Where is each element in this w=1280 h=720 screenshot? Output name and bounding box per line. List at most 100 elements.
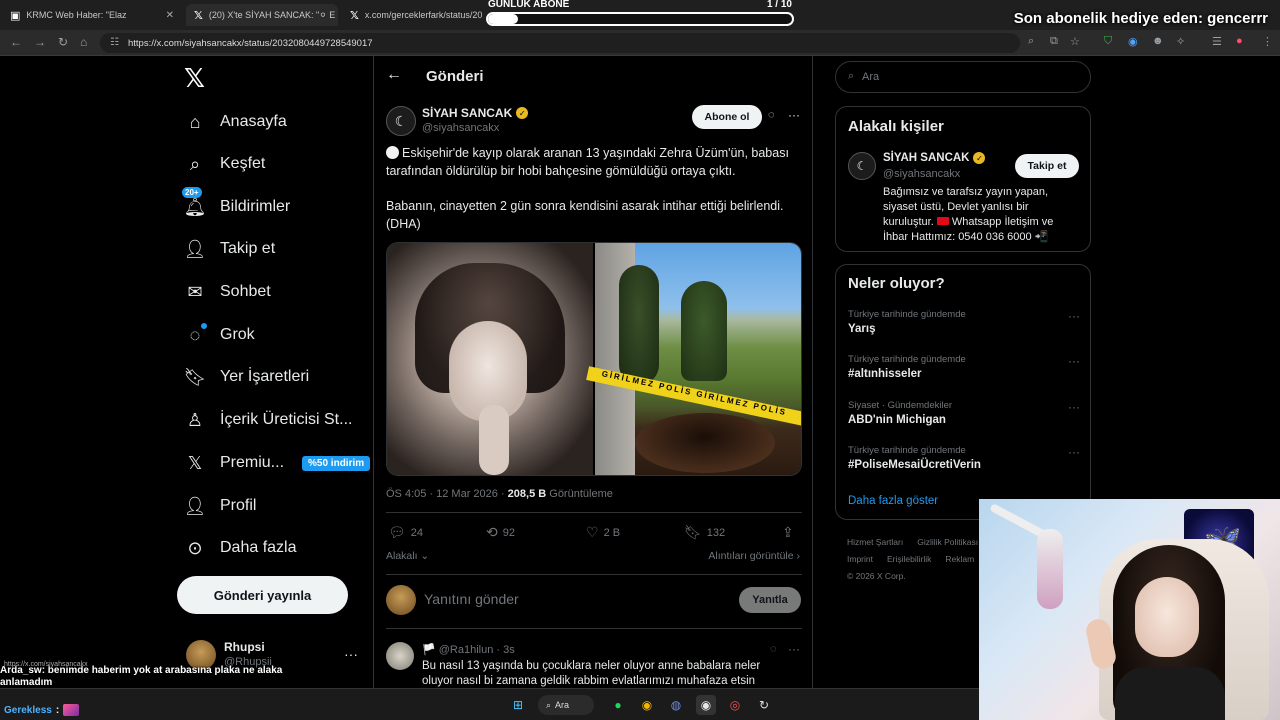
extension-icon[interactable]: ☻ <box>1152 35 1164 47</box>
compose-post-button[interactable]: Gönderi yayınla <box>177 576 348 614</box>
sub-goal-progress-fill <box>488 14 519 24</box>
nav-more[interactable]: ⊙ Daha fazla <box>184 532 296 564</box>
more-icon[interactable]: ··· <box>1068 400 1080 414</box>
tab-close-icon[interactable]: ✕ <box>166 10 174 21</box>
photo-girl[interactable] <box>387 243 593 475</box>
view-quotes-link[interactable]: Alıntıları görüntüle › <box>708 550 800 562</box>
grok-explain-icon[interactable]: ◌ <box>770 643 777 655</box>
forward-icon[interactable]: → <box>34 35 46 49</box>
nav-creator-studio[interactable]: ♙ İçerik Üreticisi St... <box>184 404 353 436</box>
trend-item[interactable]: Türkiye tarihinde gündemde #altınhissele… <box>848 354 1080 388</box>
microphone-icon <box>1037 529 1063 609</box>
nav-follow[interactable]: 👤︎ Takip et <box>183 233 276 265</box>
post-media[interactable]: GİRİLMEZ POLİS GİRİLMEZ POLİS <box>386 242 802 476</box>
reading-list-icon[interactable]: ☰ <box>1212 35 1222 48</box>
avatar-icon[interactable]: ● <box>1236 35 1243 47</box>
show-more-link[interactable]: Daha fazla göster <box>848 495 938 507</box>
home-browser-icon[interactable]: ⌂ <box>80 35 87 49</box>
author-avatar[interactable]: ☾ <box>386 106 416 136</box>
trend-item[interactable]: Türkiye tarihinde gündemde Yarış ··· <box>848 309 1080 343</box>
bookmark-action[interactable]: 🔖︎ 132 <box>684 524 725 541</box>
more-icon[interactable]: ··· <box>1068 445 1080 459</box>
share-action[interactable]: ⇪ <box>782 524 794 541</box>
reply-composer: Yanıtını gönder Yanıtla <box>386 584 802 616</box>
site-info-icon[interactable]: ☷ <box>110 37 119 48</box>
more-icon[interactable]: ··· <box>788 642 800 656</box>
sort-related-dropdown[interactable]: Alakalı ⌄ <box>386 550 429 562</box>
more-icon[interactable]: ··· <box>1068 354 1080 368</box>
subscribe-button[interactable]: Abone ol <box>692 105 762 129</box>
shield-extension-icon[interactable]: ⛉ <box>1104 35 1112 48</box>
avatar[interactable] <box>386 642 414 670</box>
more-icon[interactable]: ··· <box>788 108 800 122</box>
footer-link[interactable]: Imprint <box>847 554 873 564</box>
nav-explore[interactable]: ⌕ Keşfet <box>184 148 265 180</box>
reply-input[interactable]: Yanıtını gönder <box>424 591 519 607</box>
nav-premium[interactable]: 𝕏 Premiu... %50 indirim <box>184 447 371 479</box>
discord-icon[interactable]: ◍ <box>666 695 686 715</box>
menu-icon[interactable]: ⋮ <box>1262 35 1273 48</box>
tab-title: x.com/gerceklerfark/status/203 <box>364 10 482 20</box>
back-arrow-icon[interactable]: ← <box>386 66 402 84</box>
footer-link[interactable]: Reklam <box>945 554 974 564</box>
photo-crime-scene[interactable]: GİRİLMEZ POLİS GİRİLMEZ POLİS <box>586 243 801 475</box>
chrome-active-icon[interactable]: ◉ <box>696 695 716 715</box>
zoom-icon[interactable]: ⌕ <box>1028 35 1034 48</box>
reload-icon[interactable]: ↻ <box>58 35 68 49</box>
post-timestamp[interactable]: ÖS 4:05 · 12 Mar 2026 · <box>386 488 508 500</box>
footer-link[interactable]: Hizmet Şartları <box>847 537 903 547</box>
nav-grok[interactable]: ◌ Grok <box>184 319 255 351</box>
install-icon[interactable]: ⧉ <box>1050 35 1058 48</box>
chrome-icon[interactable]: ◉ <box>637 695 657 715</box>
more-icon[interactable]: ··· <box>344 646 358 662</box>
rel-bio: Bağımsız ve tarafsız yayın yapan, siyase… <box>883 185 1079 245</box>
nav-notifications[interactable]: 🔔︎ 20+ Bildirimler <box>182 187 290 223</box>
browser-tab[interactable]: ▣ KRMC Web Haber: "Elaz ✕ <box>2 4 182 26</box>
footer-link[interactable]: Gizlilik Politikası <box>917 537 978 547</box>
repost-action[interactable]: ⟲ 92 <box>486 524 515 541</box>
trend-item[interactable]: Siyaset · Gündemdekiler ABD'nin Michigan… <box>848 400 1080 434</box>
author-handle[interactable]: @siyahsancakx <box>422 122 499 134</box>
stream-chat-message: https://x.com/siyahsancakx Arda_sw: beni… <box>0 661 330 689</box>
copyright: © 2026 X Corp. <box>847 571 906 581</box>
like-action[interactable]: ♡ 2 B <box>586 524 620 541</box>
sub-goal-label: GÜNLÜK ABONE <box>488 0 570 10</box>
obs-icon[interactable]: ◎ <box>725 695 745 715</box>
reply-action[interactable]: 💬︎ 24 <box>388 524 423 541</box>
tab-title: (20) X'te SİYAH SANCAK: "⚪ E <box>208 9 336 20</box>
nav-bookmarks[interactable]: 🔖︎ Yer İşaretleri <box>184 361 310 393</box>
more-icon[interactable]: ··· <box>1068 309 1080 323</box>
grok-explain-icon[interactable]: ◌ <box>768 109 775 121</box>
translate-extension-icon[interactable]: ◉ <box>1128 35 1138 48</box>
taskbar-search[interactable]: ⌕ Ara <box>538 695 594 715</box>
trend-item[interactable]: Türkiye tarihinde gündemde #PoliseMesaiÜ… <box>848 445 1080 479</box>
nav-messages[interactable]: ✉ Sohbet <box>184 276 270 308</box>
search-input[interactable]: ⌕ Ara <box>835 61 1091 93</box>
app-icon[interactable]: ↻ <box>754 695 774 715</box>
subscriber-goal-widget: GÜNLÜK ABONE 1 / 10 <box>484 0 796 30</box>
footer-link[interactable]: Erişilebilirlik <box>887 554 931 564</box>
star-icon[interactable]: ☆ <box>1070 35 1080 48</box>
puzzle-icon[interactable]: ✧ <box>1176 35 1185 48</box>
author-avatar[interactable]: ☾ <box>848 152 876 180</box>
white-circle-emoji-icon <box>386 146 399 159</box>
browser-tab-active[interactable]: 𝕏 (20) X'te SİYAH SANCAK: "⚪ E ✕ <box>186 4 338 26</box>
nav-home[interactable]: ⌂ Anasayfa <box>184 106 287 138</box>
reply-button[interactable]: Yanıtla <box>739 587 801 613</box>
site-favicon-icon: ▣ <box>10 9 21 22</box>
author-name-row[interactable]: SİYAH SANCAK ✓ <box>422 106 529 120</box>
windows-start-icon[interactable]: ⊞ <box>508 695 528 715</box>
nav-label: Keşfet <box>220 155 266 172</box>
url-field[interactable]: ☷ https://x.com/siyahsancakx/status/2032… <box>100 33 1020 53</box>
follow-button[interactable]: Takip et <box>1015 154 1079 178</box>
spotify-icon[interactable]: ● <box>608 695 628 715</box>
add-person-icon: 👤︎ <box>183 238 207 259</box>
reply-tweet[interactable]: 🏳️ @Ra1hilun · 3s Bu nasıl 13 yaşında bu… <box>386 638 802 688</box>
nav-profile[interactable]: 👤︎ Profil <box>184 490 257 522</box>
trend-topic: #altınhisseler <box>848 368 922 380</box>
rel-name-row[interactable]: SİYAH SANCAK ✓ <box>883 152 986 164</box>
post-text-paragraph-2: Babanın, cinayetten 2 gün sonra kendisin… <box>386 199 784 231</box>
x-logo-icon[interactable]: 𝕏 <box>184 64 205 94</box>
browser-tab[interactable]: 𝕏 x.com/gerceklerfark/status/203 <box>342 4 482 26</box>
back-icon[interactable]: ← <box>10 35 22 49</box>
